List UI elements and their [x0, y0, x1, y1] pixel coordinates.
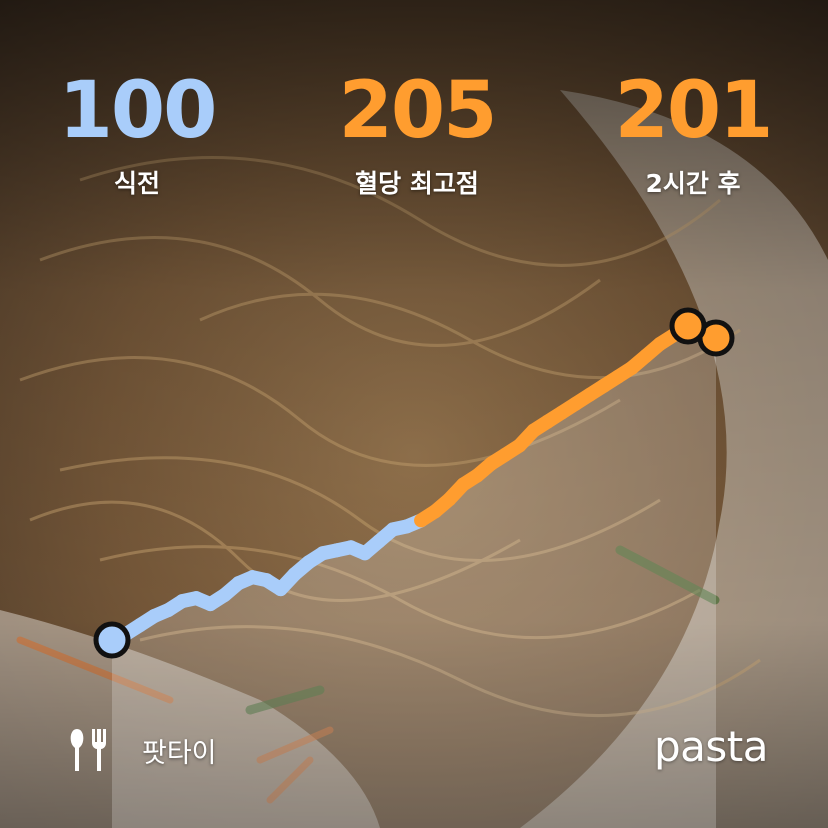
food-name: 팟타이	[142, 737, 217, 769]
peak-point-marker	[669, 307, 707, 345]
food-label: 팟타이	[68, 727, 217, 773]
glucose-share-card: 100 식전 205 혈당 최고점 201 2시간 후 팟타이 pasta	[0, 0, 828, 828]
brand-logo: pasta	[654, 722, 768, 771]
glucose-curve-chart	[93, 307, 735, 828]
start-point-marker	[93, 621, 131, 659]
utensils-icon	[70, 729, 106, 771]
